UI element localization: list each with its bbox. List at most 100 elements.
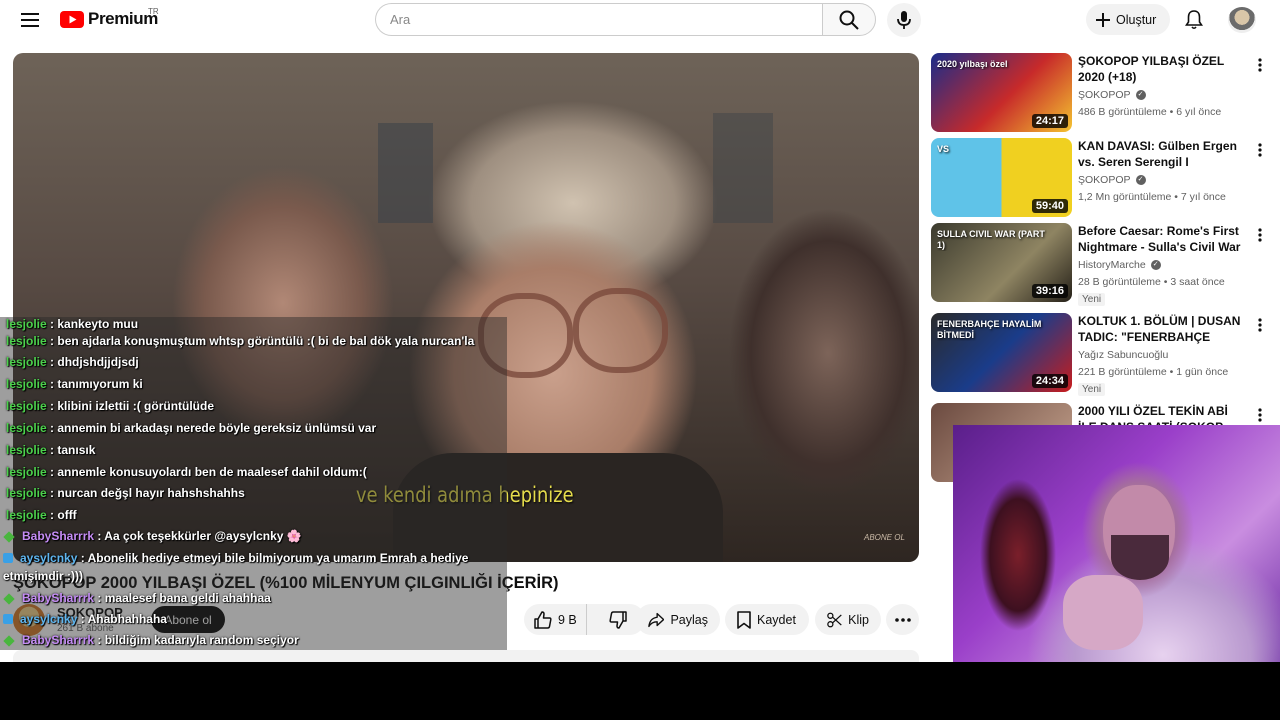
- like-button[interactable]: 9 B: [524, 604, 587, 635]
- video-thumbnail[interactable]: SULLA CIVIL WAR (PART 1) 39:16: [931, 223, 1072, 302]
- recommendation-channel[interactable]: ŞOKOPOP ✓: [1078, 89, 1146, 101]
- recommendation-card[interactable]: 2020 yılbaşı özel 24:17 ŞOKOPOP YILBAŞI ÖZ…: [931, 53, 1267, 133]
- chat-username[interactable]: lesjolie: [6, 334, 47, 348]
- chat-text: : ben ajdarla konuşmuştum whtsp görüntül…: [50, 334, 475, 348]
- search-icon: [839, 10, 859, 30]
- chat-username[interactable]: lesjolie: [6, 355, 47, 369]
- recommendation-menu-button[interactable]: [1253, 405, 1267, 425]
- chat-text: : bildiğim kadarıyla random seçiyor: [97, 633, 299, 647]
- recommendation-card[interactable]: FENERBAHÇE HAYALİM BİTMEDİ 24:34 KOLTUK 1.…: [931, 313, 1267, 396]
- chat-username[interactable]: lesjolie: [6, 377, 47, 391]
- channel-name: ŞOKOPOP: [1078, 89, 1131, 101]
- recommendation-title[interactable]: Before Caesar: Rome's First Nightmare - …: [1078, 223, 1244, 255]
- search-input[interactable]: [390, 12, 823, 27]
- video-frame-detail: [713, 113, 773, 223]
- recommendation-meta: 221 B görüntüleme • 1 gün önce: [1078, 366, 1229, 378]
- share-icon: [648, 612, 665, 627]
- youtube-premium-logo[interactable]: Premium: [60, 9, 158, 29]
- chat-username[interactable]: lesjolie: [6, 508, 47, 522]
- chat-text: etmişimdir :))): [3, 569, 84, 583]
- video-frame-detail: [573, 288, 668, 373]
- recommendation-channel[interactable]: ŞOKOPOP ✓: [1078, 174, 1146, 186]
- chat-text: : klibini izlettii :( görüntülüde: [50, 399, 215, 413]
- channel-name: ŞOKOPOP: [1078, 174, 1131, 186]
- chat-text: : tanımıyorum ki: [50, 377, 143, 391]
- live-chat-overlay: lesjolie : kankeyto muu lesjolie : ben aj…: [0, 317, 507, 650]
- thumbs-down-icon: [609, 610, 627, 629]
- video-frame-detail: [378, 123, 433, 223]
- recommendation-card[interactable]: VS 59:40 KAN DAVASI: Gülben Ergen vs. Sere…: [931, 138, 1267, 218]
- chat-message: lesjolie : tanımıyorum ki: [3, 377, 143, 391]
- recommendation-title[interactable]: KOLTUK 1. BÖLÜM | DUSAN TADIC: "FENERBAH…: [1078, 313, 1244, 345]
- chat-message: BabySharrrk : Aa çok teşekkürler @aysylc…: [3, 529, 302, 543]
- chat-message: lesjolie : nurcan değşl hayır hahshshahh…: [3, 486, 245, 500]
- recommendation-meta: 486 B görüntüleme • 6 yıl önce: [1078, 106, 1222, 118]
- gifted-member-badge-icon: [3, 593, 15, 605]
- chat-message: lesjolie : offf: [3, 508, 77, 522]
- search-box[interactable]: [375, 3, 823, 36]
- new-badge: Yeni: [1078, 383, 1106, 396]
- recommendation-menu-button[interactable]: [1253, 225, 1267, 245]
- save-button[interactable]: Kaydet: [725, 604, 809, 635]
- clip-button[interactable]: Klip: [815, 604, 881, 635]
- chat-username[interactable]: BabySharrrk: [22, 591, 94, 605]
- menu-icon: [21, 13, 39, 27]
- like-dislike-group: 9 B: [524, 604, 645, 635]
- video-thumbnail[interactable]: FENERBAHÇE HAYALİM BİTMEDİ 24:34: [931, 313, 1072, 392]
- account-avatar[interactable]: [1228, 7, 1256, 33]
- recommendation-card[interactable]: SULLA CIVIL WAR (PART 1) 39:16 Before Caes…: [931, 223, 1267, 306]
- voice-search-button[interactable]: [887, 3, 921, 37]
- chat-username[interactable]: lesjolie: [6, 399, 47, 413]
- webcam-overlay: [953, 425, 1280, 662]
- new-badge: Yeni: [1078, 293, 1106, 306]
- chat-username[interactable]: lesjolie: [6, 486, 47, 500]
- recommendation-title[interactable]: KAN DAVASI: Gülben Ergen vs. Seren Seren…: [1078, 138, 1244, 170]
- video-thumbnail[interactable]: 2020 yılbaşı özel 24:17: [931, 53, 1072, 132]
- chat-message: lesjolie : klibini izlettii :( görüntülü…: [3, 399, 214, 413]
- video-duration: 24:34: [1031, 374, 1068, 388]
- video-duration: 59:40: [1031, 199, 1068, 213]
- chat-message: lesjolie : annemin bi arkadaşı nerede bö…: [3, 421, 376, 435]
- share-button[interactable]: Paylaş: [636, 604, 720, 635]
- create-button[interactable]: Oluştur: [1086, 4, 1170, 35]
- chat-username[interactable]: aysylcnky: [20, 612, 77, 626]
- member-badge-icon: [3, 614, 13, 624]
- video-watermark: ABONE OL: [864, 533, 905, 542]
- thumbnail-text: SULLA CIVIL WAR (PART 1): [937, 229, 1045, 250]
- video-thumbnail[interactable]: VS 59:40: [931, 138, 1072, 217]
- streamer-beard: [1111, 535, 1169, 580]
- clip-label: Klip: [848, 612, 869, 627]
- description-box[interactable]: [13, 650, 919, 662]
- more-vertical-icon: [1258, 143, 1262, 157]
- plus-icon: [1096, 12, 1110, 27]
- chat-username[interactable]: lesjolie: [6, 317, 47, 331]
- chat-message: etmişimdir :))): [3, 569, 83, 583]
- chat-text: : annemle konusuyolardı ben de maalesef …: [50, 465, 367, 479]
- chat-username[interactable]: lesjolie: [6, 443, 47, 457]
- microphone-icon: [897, 11, 911, 29]
- chat-username[interactable]: BabySharrrk: [22, 633, 94, 647]
- notifications-button[interactable]: [1180, 6, 1208, 34]
- recommendation-title[interactable]: ŞOKOPOP YILBAŞI ÖZEL 2020 (+18): [1078, 53, 1244, 85]
- hamburger-menu-button[interactable]: [16, 8, 44, 32]
- chat-message: lesjolie : ben ajdarla konuşmuştum whtsp…: [3, 334, 474, 348]
- chat-username[interactable]: aysylcnky: [20, 551, 77, 565]
- create-label: Oluştur: [1116, 12, 1157, 27]
- recommendation-channel[interactable]: HistoryMarche ✓: [1078, 259, 1161, 271]
- more-actions-button[interactable]: [886, 604, 919, 635]
- chat-username[interactable]: BabySharrrk: [22, 529, 94, 543]
- more-vertical-icon: [1258, 228, 1262, 242]
- recommendation-menu-button[interactable]: [1253, 140, 1267, 160]
- thumbnail-text: FENERBAHÇE HAYALİM BİTMEDİ: [937, 319, 1042, 340]
- recommendation-channel[interactable]: Yağız Sabuncuoğlu: [1078, 349, 1168, 361]
- chat-username[interactable]: lesjolie: [6, 465, 47, 479]
- search-button[interactable]: [822, 3, 876, 36]
- share-label: Paylaş: [670, 612, 708, 627]
- verified-check-icon: ✓: [1135, 90, 1146, 100]
- recommendation-menu-button[interactable]: [1253, 315, 1267, 335]
- like-count: 9 B: [558, 612, 577, 627]
- recommendation-menu-button[interactable]: [1253, 55, 1267, 75]
- chat-username[interactable]: lesjolie: [6, 421, 47, 435]
- chat-message: lesjolie : tanısık: [3, 443, 95, 457]
- verified-check-icon: ✓: [1150, 260, 1161, 270]
